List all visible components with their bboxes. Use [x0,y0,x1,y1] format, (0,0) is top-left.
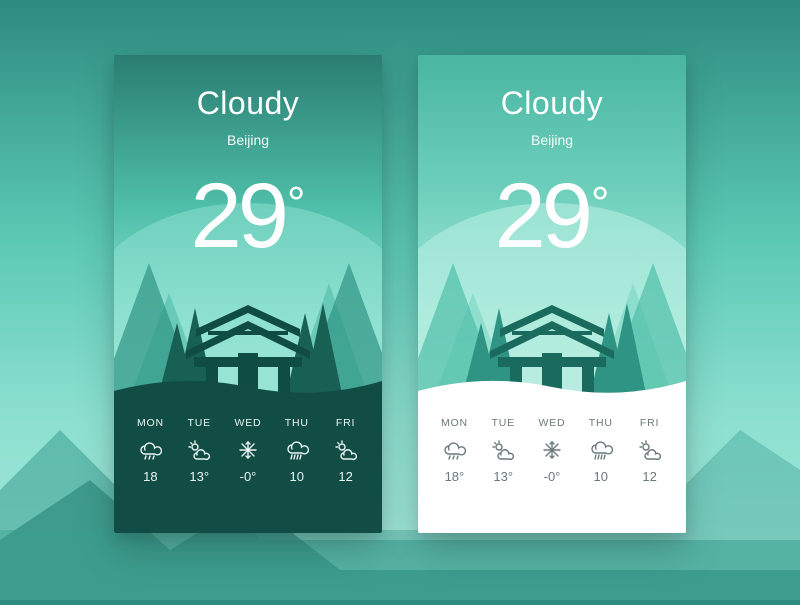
day-temp: 18 [126,469,175,484]
heavy-rain-icon [285,439,309,461]
day-label: WED [224,417,273,429]
day-label: THU [272,417,321,429]
day-label: MON [430,417,479,429]
hero-area: Cloudy Beijing 29 ° [418,55,686,262]
day-label: FRI [625,417,674,429]
day-label: TUE [175,417,224,429]
forecast-day[interactable]: THU 10 [272,417,321,484]
partly-cloudy-icon [491,439,515,461]
day-temp: 13° [479,469,528,484]
forecast-day[interactable]: TUE 13° [479,417,528,484]
day-temp: 12 [321,469,370,484]
degree-symbol: ° [591,176,609,230]
forecast-pane: MON 18° TUE 13° WED -0° THU 10 [418,397,686,533]
forecast-day[interactable]: THU 10 [576,417,625,484]
day-label: MON [126,417,175,429]
forecast-pane: MON 18 TUE 13° WED -0° THU 10 [114,397,382,533]
wave-divider [418,373,686,401]
day-temp: 10 [576,469,625,484]
day-label: WED [528,417,577,429]
temperature-display: 29 ° [191,170,306,262]
partly-cloudy-icon [638,439,662,461]
day-temp: 12 [625,469,674,484]
weather-condition: Cloudy [114,85,382,122]
degree-symbol: ° [287,176,305,230]
day-temp: 18° [430,469,479,484]
day-temp: -0° [224,469,273,484]
day-temp: 13° [175,469,224,484]
wave-divider [114,373,382,401]
partly-cloudy-icon [187,439,211,461]
heavy-rain-icon [589,439,613,461]
forecast-day[interactable]: WED -0° [224,417,273,484]
hero-area: Cloudy Beijing 29 ° [114,55,382,262]
day-temp: 10 [272,469,321,484]
forecast-day[interactable]: FRI 12 [625,417,674,484]
temperature-value: 29 [191,170,285,262]
rain-icon [138,439,162,461]
forecast-row: MON 18° TUE 13° WED -0° THU 10 [418,397,686,484]
rain-icon [442,439,466,461]
temperature-display: 29 ° [495,170,610,262]
forecast-day[interactable]: FRI 12 [321,417,370,484]
location-label: Beijing [418,132,686,148]
temperature-value: 29 [495,170,589,262]
location-label: Beijing [114,132,382,148]
day-label: FRI [321,417,370,429]
day-temp: -0° [528,469,577,484]
forecast-row: MON 18 TUE 13° WED -0° THU 10 [114,397,382,484]
forecast-day[interactable]: MON 18 [126,417,175,484]
snow-icon [540,439,564,461]
day-label: TUE [479,417,528,429]
weather-card-light: Cloudy Beijing 29 ° [418,55,686,533]
weather-condition: Cloudy [418,85,686,122]
forecast-day[interactable]: TUE 13° [175,417,224,484]
snow-icon [236,439,260,461]
forecast-day[interactable]: MON 18° [430,417,479,484]
forecast-day[interactable]: WED -0° [528,417,577,484]
weather-card-dark: Cloudy Beijing 29 ° [114,55,382,533]
day-label: THU [576,417,625,429]
partly-cloudy-icon [334,439,358,461]
